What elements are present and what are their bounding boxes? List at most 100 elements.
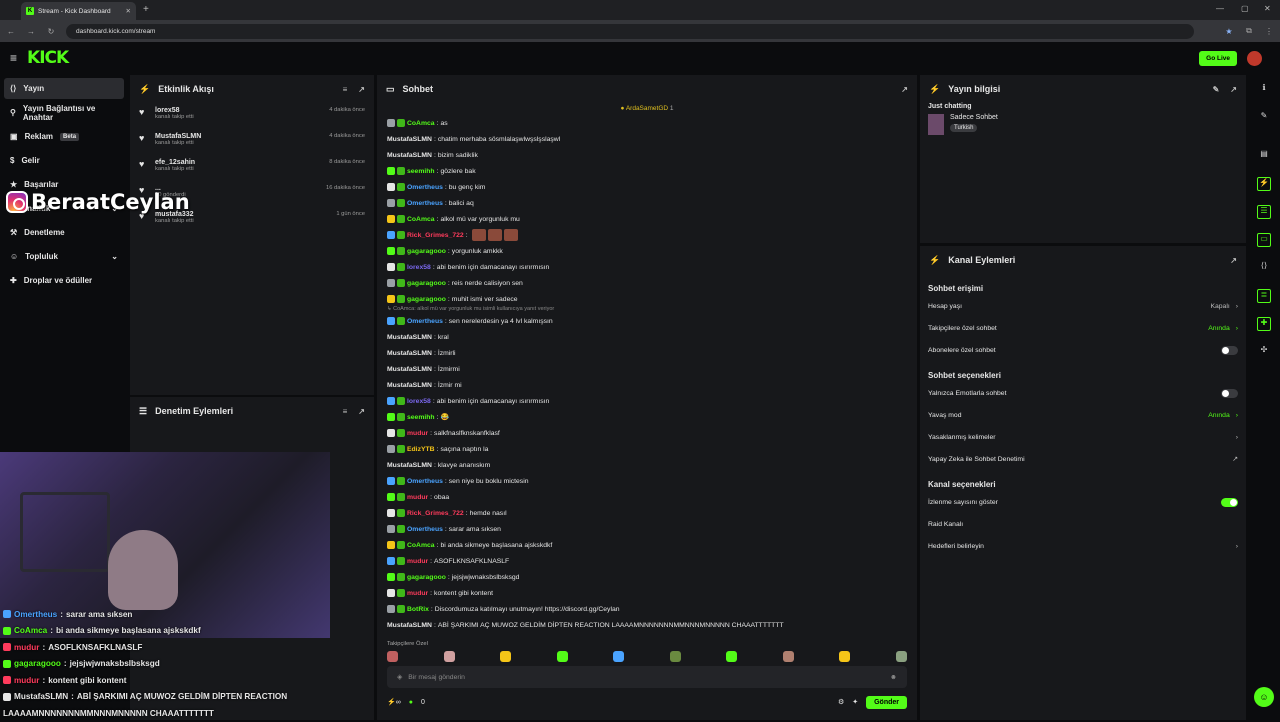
action-row[interactable]: Yasaklanmış kelimeler ›	[920, 426, 1246, 448]
minimize-icon[interactable]: —	[1216, 4, 1224, 13]
chat-message[interactable]: MustafaSLMN: bizim sadiklik	[387, 147, 907, 163]
sidebar-item[interactable]: ✚ Droplar ve ödüller	[4, 270, 124, 291]
chat-username[interactable]: MustafaSLMN	[387, 152, 432, 159]
chat-username[interactable]: BotRix	[407, 606, 429, 613]
sidebar-item[interactable]: ⚲ Yayın Bağlantısı ve Anahtar	[4, 102, 124, 123]
chat-username[interactable]: MustafaSLMN	[387, 382, 432, 389]
chat-message[interactable]: EdizYTB: saçına naptın la	[387, 441, 907, 457]
chat-username[interactable]: lorex58	[407, 264, 431, 271]
chat-username[interactable]: Rick_Grimes_722	[407, 232, 464, 239]
chat-username[interactable]: MustafaSLMN	[387, 350, 432, 357]
rail-edit-icon[interactable]: ✎	[1257, 111, 1271, 125]
chat-message[interactable]: Omertheus: sarar ama sıksen	[387, 521, 907, 537]
chat-username[interactable]: MustafaSLMN	[387, 462, 432, 469]
rail-tool-icon[interactable]: ✚	[1257, 317, 1271, 331]
chat-username[interactable]: Omertheus	[407, 184, 443, 191]
emote-button[interactable]	[613, 651, 625, 662]
rail-list-icon[interactable]: ☰	[1257, 205, 1271, 219]
send-button[interactable]: Gönder	[866, 695, 907, 709]
chat-username[interactable]: gagaragooo	[407, 296, 446, 303]
toggle-switch[interactable]	[1221, 497, 1238, 507]
kick-logo[interactable]: KICK	[27, 48, 69, 68]
chat-message[interactable]: CoAmca: alkol mü var yorgunluk mu	[387, 211, 907, 227]
chat-username[interactable]: gagaragooo	[407, 574, 446, 581]
activity-item[interactable]: ♥ lorex58 kanalı takip etti 4 dakika önce	[130, 103, 374, 129]
chat-username[interactable]: MustafaSLMN	[387, 334, 432, 341]
chat-message[interactable]: gagaragooo: reis nerde calisiyon sen	[387, 275, 907, 291]
sidebar-item[interactable]: $ Gelir	[4, 150, 124, 171]
emote-button[interactable]	[895, 651, 907, 662]
rail-info-icon[interactable]: ℹ	[1257, 83, 1271, 97]
maximize-icon[interactable]: ▢	[1241, 4, 1249, 13]
chat-username[interactable]: lorex58	[407, 398, 431, 405]
action-row[interactable]: İzlenme sayısını göster	[920, 491, 1246, 513]
action-row[interactable]: Yalnızca Emotlarla sohbet	[920, 382, 1246, 404]
forward-icon[interactable]: →	[26, 27, 36, 36]
chat-username[interactable]: mudur	[407, 558, 428, 565]
chat-message[interactable]: CoAmca: as	[387, 115, 907, 131]
url-field[interactable]: dashboard.kick.com/stream	[66, 23, 1194, 39]
user-avatar[interactable]	[1247, 50, 1262, 66]
extensions-icon[interactable]: ⧉	[1244, 26, 1254, 36]
emote-button[interactable]	[839, 651, 851, 662]
browser-tab[interactable]: K Stream - Kick Dashboard ✕	[21, 2, 136, 20]
action-row[interactable]: Yapay Zeka ile Sohbet Denetimi ↗	[920, 448, 1246, 470]
emoji-icon[interactable]: ☻	[890, 674, 897, 681]
settings-gear-icon[interactable]: ⚙	[838, 698, 844, 706]
chat-username[interactable]: Omertheus	[407, 526, 443, 533]
chat-message[interactable]: Rick_Grimes_722:	[387, 227, 907, 243]
chat-username[interactable]: mudur	[407, 590, 428, 597]
chat-message[interactable]: gagaragooo: jejsjwjwnaksbslbsksgd	[387, 569, 907, 585]
infinity-icon[interactable]: ⚡∞	[387, 698, 401, 706]
pinned-gifter[interactable]: ● ArdaSametGD 1	[377, 105, 917, 112]
emote-button[interactable]	[782, 651, 794, 662]
rail-layout-icon[interactable]: ▤	[1257, 149, 1271, 163]
chat-username[interactable]: CoAmca	[407, 216, 435, 223]
emote-button[interactable]	[387, 651, 398, 662]
rail-bolt-icon[interactable]: ⚡	[1257, 177, 1271, 191]
rail-chat-icon[interactable]: ▭	[1257, 233, 1271, 247]
sidebar-item[interactable]: ▣ Reklam Beta	[4, 126, 124, 147]
mod-tools-icon[interactable]: ✦	[852, 698, 858, 706]
reload-icon[interactable]: ↻	[46, 27, 56, 36]
chat-username[interactable]: CoAmca	[407, 120, 435, 127]
edit-pencil-icon[interactable]: ✎	[1213, 85, 1220, 94]
browser-menu-icon[interactable]: ⋮	[1264, 27, 1274, 36]
chat-username[interactable]: gagaragooo	[407, 280, 446, 287]
chat-username[interactable]: Omertheus	[407, 478, 443, 485]
action-row[interactable]: Hedefleri belirleyin ›	[920, 535, 1246, 557]
chat-message[interactable]: Omertheus: bu genç kim	[387, 179, 907, 195]
chat-message[interactable]: lorex58: abi benim için damacanayı ısırı…	[387, 259, 907, 275]
chat-username[interactable]: Omertheus	[407, 318, 443, 325]
chat-message[interactable]: Rick_Grimes_722: hemde nasıl	[387, 505, 907, 521]
hamburger-menu-icon[interactable]: ≡	[10, 51, 17, 65]
chat-message[interactable]: MustafaSLMN: klavye ananıskım	[387, 457, 907, 473]
activity-item[interactable]: ♥ MustafaSLMN kanalı takip etti 4 dakika ön…	[130, 129, 374, 155]
chat-username[interactable]: Rick_Grimes_722	[407, 510, 464, 517]
popout-icon[interactable]: ↗	[901, 85, 908, 94]
action-row[interactable]: Yavaş mod Anında ›	[920, 404, 1246, 426]
rail-stack-icon[interactable]: ≣	[1257, 289, 1271, 303]
popout-icon[interactable]: ↗	[358, 407, 365, 416]
action-row[interactable]: Raid Kanalı	[920, 513, 1246, 535]
rail-extra-icon[interactable]: ✣	[1257, 345, 1271, 359]
chat-message[interactable]: MustafaSLMN: ABİ ŞARKIMI AÇ MUWOZ GELDİM…	[387, 617, 907, 633]
chat-message[interactable]: seemihh: 😂	[387, 409, 907, 425]
action-row[interactable]: Abonelere özel sohbet	[920, 339, 1246, 361]
toggle-switch[interactable]	[1221, 345, 1238, 355]
chat-message[interactable]: MustafaSLMN: kral	[387, 329, 907, 345]
popout-icon[interactable]: ↗	[358, 85, 365, 94]
chat-username[interactable]: EdizYTB	[407, 446, 435, 453]
new-tab-icon[interactable]: +	[143, 4, 149, 15]
action-row[interactable]: Hesap yaşı Kapalı ›	[920, 295, 1246, 317]
chat-message[interactable]: lorex58: abi benim için damacanayı ısırı…	[387, 393, 907, 409]
chat-username[interactable]: CoAmca	[407, 542, 435, 549]
chat-message[interactable]: seemihh: gözlere bak	[387, 163, 907, 179]
chat-message[interactable]: Omertheus: balici aq	[387, 195, 907, 211]
chat-message[interactable]: gagaragooo: yorgunluk amkkk	[387, 243, 907, 259]
chat-username[interactable]: gagaragooo	[407, 248, 446, 255]
sidebar-item[interactable]: ⟨⟩ Yayın	[4, 78, 124, 99]
chat-username[interactable]: MustafaSLMN	[387, 366, 432, 373]
popout-icon[interactable]: ↗	[1230, 256, 1237, 265]
chat-message[interactable]: mudur: obaa	[387, 489, 907, 505]
